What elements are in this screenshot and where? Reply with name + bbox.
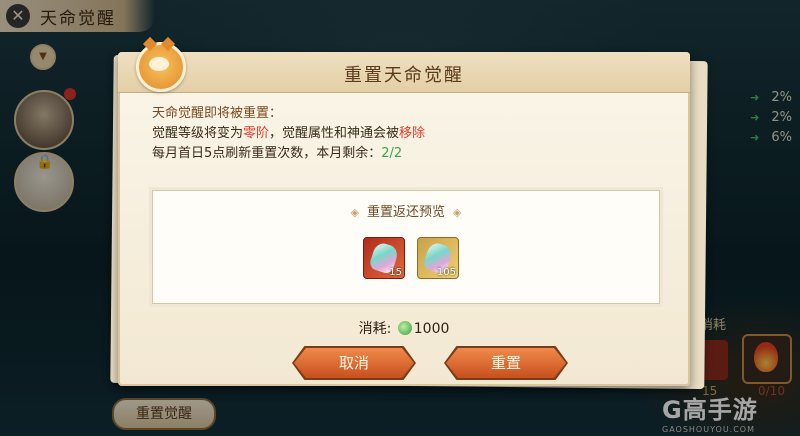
red-gem-item[interactable]: 15	[363, 237, 405, 279]
message-text: ，觉醒属性和神通会被	[269, 126, 400, 141]
dialog-header: 重置天命觉醒	[118, 52, 690, 93]
remaining-count: 2/2	[381, 146, 403, 161]
cancel-button[interactable]: 取消	[292, 346, 416, 380]
message-text: 觉醒等级将变为	[152, 126, 244, 141]
message-line-3: 每月首日5点刷新重置次数，本月剩余：2/2	[152, 144, 425, 164]
mascot-face	[149, 57, 169, 71]
preview-title-text: 重置返还预览	[366, 205, 445, 220]
jade-coin-icon	[397, 321, 412, 335]
preview-title: ◈ 重置返还预览 ◈	[153, 201, 659, 220]
reset-label: 重置	[490, 354, 521, 372]
message-line-1: 天命觉醒即将被重置：	[152, 106, 283, 121]
reset-dialog: 重置天命觉醒 天命觉醒即将被重置： 觉醒等级将变为零阶，觉醒属性和神通会被移除 …	[104, 36, 708, 390]
item-count: 15	[389, 267, 402, 278]
mascot-icon	[136, 36, 186, 92]
reset-button[interactable]: 重置	[444, 346, 568, 380]
dialog-card: 重置天命觉醒 天命觉醒即将被重置： 觉醒等级将变为零阶，觉醒属性和神通会被移除 …	[118, 36, 690, 386]
ornament-right-icon: ◈	[453, 206, 462, 219]
cancel-label: 取消	[338, 354, 369, 372]
highlight-red: 零阶	[243, 126, 270, 141]
cost-value: 1000	[413, 321, 450, 337]
item-count: 105	[436, 267, 456, 278]
cost-label: 消耗:	[358, 321, 392, 337]
gold-gem-item[interactable]: 105	[417, 237, 459, 279]
message-text: 每月首日5点刷新重置次数，本月剩余：	[152, 146, 382, 161]
message-line-2: 觉醒等级将变为零阶，觉醒属性和神通会被移除	[152, 124, 425, 144]
ornament-left-icon: ◈	[350, 206, 359, 219]
return-preview-panel: ◈ 重置返还预览 ◈ 15 105	[152, 190, 660, 304]
cost-row: 消耗: 1000	[118, 318, 690, 338]
dialog-title: 重置天命觉醒	[344, 65, 464, 86]
highlight-red: 移除	[399, 126, 426, 141]
dialog-message: 天命觉醒即将被重置： 觉醒等级将变为零阶，觉醒属性和神通会被移除 每月首日5点刷…	[152, 104, 425, 164]
